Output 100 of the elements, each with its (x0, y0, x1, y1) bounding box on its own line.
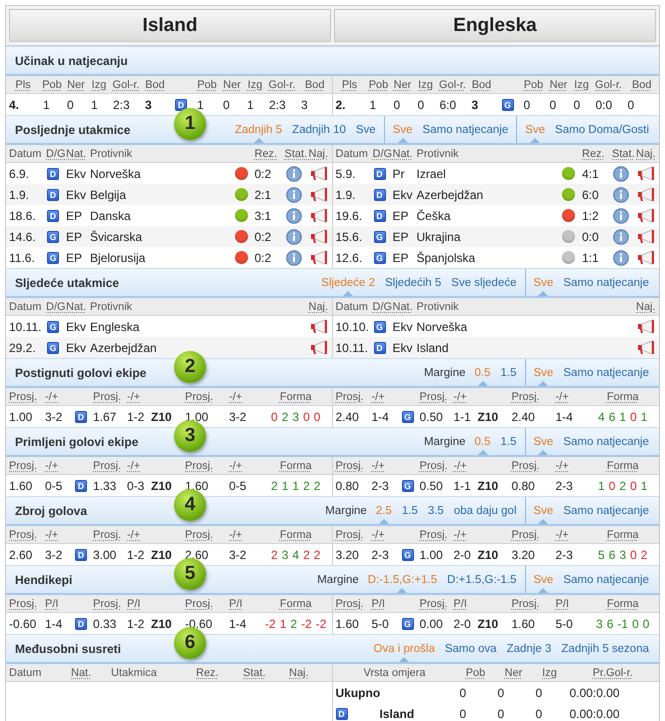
table-cell-text: 3 (144, 98, 152, 112)
column-header: Ner (504, 666, 522, 678)
filter-tab[interactable]: 1.5 (396, 497, 423, 524)
table-cell-text: 0 (534, 686, 542, 700)
megaphone-icon[interactable] (310, 229, 328, 244)
filter-tab[interactable]: Samo natjecanje (558, 359, 654, 386)
column-header: Nat. (65, 300, 86, 312)
megaphone-icon[interactable] (310, 208, 328, 223)
megaphone-icon[interactable] (637, 187, 655, 202)
competition-label: EP (392, 250, 409, 264)
opponent-name: Azerbejdžan (90, 340, 157, 354)
filter-tab[interactable]: Sve (528, 359, 558, 386)
megaphone-icon[interactable] (637, 340, 655, 355)
table-cell-text: 1.00 (8, 410, 32, 424)
table-cell-text: 3-2 (44, 410, 62, 424)
column-header: Prosj. (184, 460, 214, 472)
filter-tab[interactable]: Sve (528, 566, 558, 593)
filter-tab[interactable]: Samo natjecanje (558, 428, 654, 455)
column-header: D/G (45, 148, 66, 160)
form-value: 1 (619, 410, 626, 424)
info-icon[interactable] (286, 228, 302, 244)
form-value: 3 (282, 548, 288, 562)
filter-tab[interactable]: Sljedećih 5 (380, 269, 446, 296)
filter-tab[interactable]: 2.5 (370, 497, 397, 524)
column-header: Pob (466, 666, 486, 678)
info-icon[interactable] (613, 250, 629, 266)
column-header: -/+ (126, 390, 140, 402)
info-icon[interactable] (613, 228, 629, 244)
margin-label: Margine (324, 504, 368, 518)
table-cell-text: 1.00 (418, 548, 443, 562)
filter-tab[interactable]: Zadnje 3 (502, 635, 556, 662)
megaphone-icon[interactable] (310, 250, 328, 265)
column-header: Datum (334, 300, 368, 312)
table-cell-text: 3.00 (92, 548, 116, 562)
filter-tab[interactable]: 1.5 (496, 428, 522, 455)
filter-tab[interactable]: D:-1.5,G:+1.5 (362, 566, 442, 593)
filter-tab[interactable]: Sve (388, 116, 418, 143)
filter-tab[interactable]: Samo natjecanje (418, 116, 514, 143)
info-icon[interactable] (286, 166, 302, 182)
filter-tab[interactable]: Samo natjecanje (558, 497, 654, 524)
table-cell-text: 0 (548, 98, 556, 112)
megaphone-icon[interactable] (310, 187, 328, 202)
filter-tab[interactable]: Sljedeće 2 (316, 269, 380, 296)
column-header: Protivnik (416, 148, 459, 160)
column-header: Izg (92, 78, 106, 90)
megaphone-icon[interactable] (637, 229, 655, 244)
filter-tab[interactable]: Ova i prošla (368, 635, 440, 662)
table-cell-text: 3 (470, 98, 478, 112)
filter-tab[interactable]: 1.5 (496, 359, 522, 386)
table-cell-text: 2-3 (554, 548, 573, 562)
column-header: Prosj. (8, 528, 38, 540)
filter-tab[interactable]: Samo natjecanje (558, 566, 654, 593)
table-cell-text: 0.00:0.00 (568, 706, 620, 720)
megaphone-icon[interactable] (637, 250, 655, 265)
info-icon[interactable] (613, 166, 629, 182)
megaphone-icon[interactable] (637, 319, 655, 334)
filter-tab[interactable]: Sve (528, 269, 558, 296)
filter-tab[interactable]: Samo Doma/Gosti (550, 116, 654, 143)
table-cell-text: 2-3 (370, 548, 389, 562)
filter-tab[interactable]: Zadnjih 5 (230, 116, 288, 143)
info-icon[interactable] (286, 186, 302, 202)
filter-tab[interactable]: D:+1.5,G:-1.5 (442, 566, 522, 593)
megaphone-icon[interactable] (637, 208, 655, 223)
filter-tab[interactable]: Sve (528, 497, 558, 524)
section-title: Posljednje utakmice (15, 122, 130, 136)
table-cell-text: 2-0 (452, 548, 471, 562)
column-header: -/+ (554, 528, 569, 540)
column-header: Prosj. (8, 390, 38, 402)
filter-tab[interactable]: Sve sljedeće (446, 269, 522, 296)
filter-tab[interactable]: 0.5 (470, 359, 496, 386)
megaphone-icon[interactable] (310, 319, 328, 334)
form-value: 0 (632, 616, 639, 630)
form-value: 2 (290, 616, 298, 630)
column-header: Bod (304, 78, 325, 90)
filter-tab[interactable]: Zadnjih 5 sezona (556, 635, 654, 662)
info-icon[interactable] (613, 208, 629, 224)
filter-tab[interactable]: 0.5 (470, 428, 496, 455)
filter-tab[interactable]: 3.5 (422, 497, 449, 524)
filter-tab[interactable]: Samo ova (440, 635, 502, 662)
filter-tab[interactable]: Sve (520, 116, 550, 143)
filter-tab[interactable]: Sve (528, 428, 558, 455)
megaphone-icon[interactable] (310, 340, 328, 355)
filter-tab[interactable]: Zadnjih 10 (287, 116, 351, 143)
table-cell-text: 0.50 (418, 478, 443, 492)
form-value: 1 (282, 478, 288, 492)
info-icon[interactable] (613, 186, 629, 202)
venue-badge: G (402, 618, 414, 630)
competition-label: EP (392, 230, 409, 244)
info-icon[interactable] (286, 250, 302, 266)
form-value: 0 (630, 478, 637, 492)
filter-tab[interactable]: oba daju gol (448, 497, 522, 524)
filter-tab[interactable]: Samo natjecanje (558, 269, 654, 296)
opponent-name: Bjelorusija (90, 250, 146, 264)
match-date: 10.11. (334, 340, 368, 354)
filter-tab[interactable]: Sve (350, 116, 381, 143)
column-header: Ner (550, 78, 568, 90)
megaphone-icon[interactable] (310, 166, 328, 181)
megaphone-icon[interactable] (637, 166, 655, 181)
info-icon[interactable] (286, 208, 302, 224)
table-cell-text: -0.60 (8, 616, 36, 630)
